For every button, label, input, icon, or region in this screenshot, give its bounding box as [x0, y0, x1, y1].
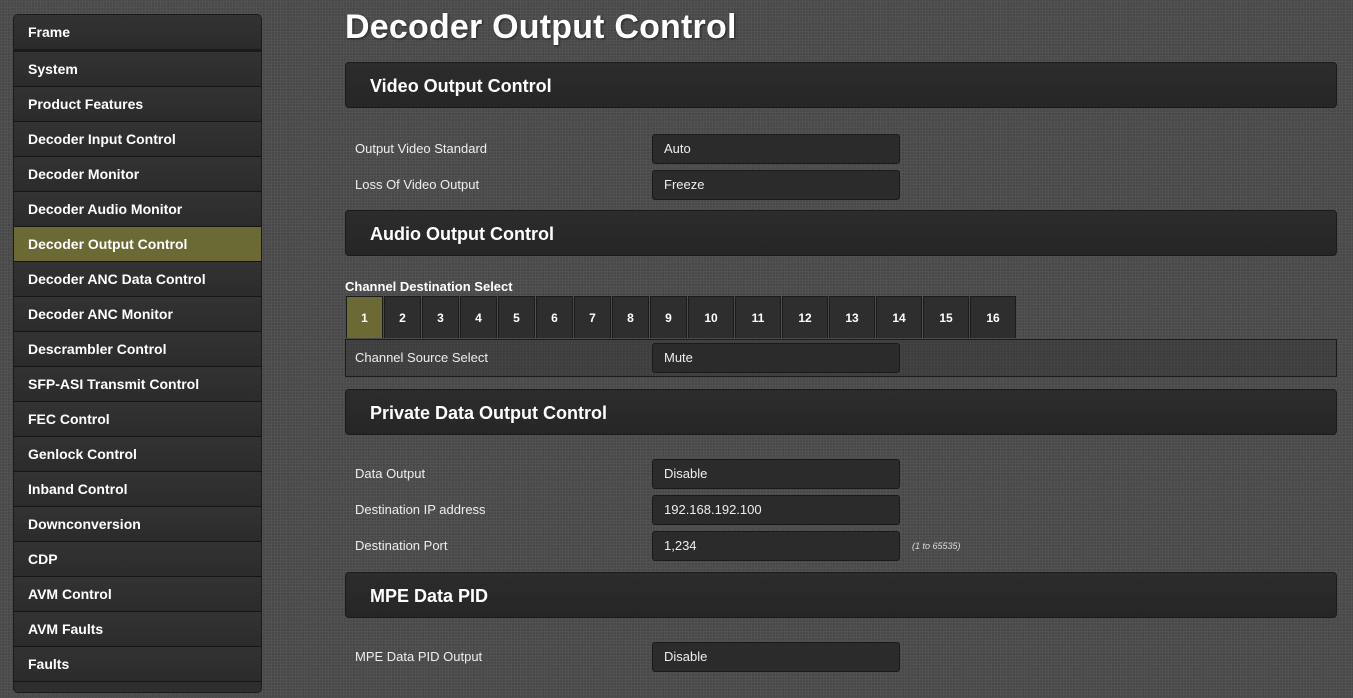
private-data-section-header: Private Data Output Control: [345, 389, 1337, 435]
sidebar-item-sfp-asi-transmit-control[interactable]: SFP-ASI Transmit Control: [14, 367, 261, 402]
sidebar-item-descrambler-control[interactable]: Descrambler Control: [14, 332, 261, 367]
channel-tab-15[interactable]: 15: [923, 296, 969, 338]
sidebar-item-cdp[interactable]: CDP: [14, 542, 261, 577]
sidebar-item-decoder-anc-data-control[interactable]: Decoder ANC Data Control: [14, 262, 261, 297]
channel-tab-11[interactable]: 11: [735, 296, 781, 338]
channel-tab-3[interactable]: 3: [422, 296, 459, 338]
channel-tab-7[interactable]: 7: [574, 296, 611, 338]
channel-tab-10[interactable]: 10: [688, 296, 734, 338]
sidebar-item-frame[interactable]: Frame: [14, 15, 261, 52]
sidebar-item-decoder-output-control[interactable]: Decoder Output Control: [14, 227, 261, 262]
data-output-label: Data Output: [355, 466, 426, 481]
channel-tab-13[interactable]: 13: [829, 296, 875, 338]
sidebar-item-system[interactable]: System: [14, 52, 261, 87]
output-video-standard-select[interactable]: Auto: [652, 134, 900, 164]
sidebar-item-inband-control[interactable]: Inband Control: [14, 472, 261, 507]
sidebar-item-genlock-control[interactable]: Genlock Control: [14, 437, 261, 472]
channel-tab-8[interactable]: 8: [612, 296, 649, 338]
sidebar-item-decoder-anc-monitor[interactable]: Decoder ANC Monitor: [14, 297, 261, 332]
sidebar-item-avm-control[interactable]: AVM Control: [14, 577, 261, 612]
channel-source-select-label: Channel Source Select: [355, 350, 488, 365]
sidebar-item-fec-control[interactable]: FEC Control: [14, 402, 261, 437]
sidebar-item-faults[interactable]: Faults: [14, 647, 261, 682]
channel-tabs: 1 2 3 4 5 6 7 8 9 10 11 12 13 14 15 16: [346, 296, 1017, 340]
channel-tab-14[interactable]: 14: [876, 296, 922, 338]
mpe-data-pid-output-label: MPE Data PID Output: [355, 649, 483, 664]
destination-port-input[interactable]: 1,234: [652, 531, 900, 561]
sidebar-item-decoder-input-control[interactable]: Decoder Input Control: [14, 122, 261, 157]
output-video-standard-label: Output Video Standard: [355, 141, 488, 156]
channel-source-select[interactable]: Mute: [652, 343, 900, 373]
main-content: Decoder Output Control Video Output Cont…: [345, 0, 1338, 698]
sidebar-nav: Frame System Product Features Decoder In…: [13, 14, 262, 693]
channel-tab-2[interactable]: 2: [384, 296, 421, 338]
loss-of-video-output-label: Loss Of Video Output: [355, 177, 480, 192]
sidebar-item-product-features[interactable]: Product Features: [14, 87, 261, 122]
channel-tab-4[interactable]: 4: [460, 296, 497, 338]
sidebar-item-avm-faults[interactable]: AVM Faults: [14, 612, 261, 647]
sidebar-item-decoder-monitor[interactable]: Decoder Monitor: [14, 157, 261, 192]
destination-port-hint: (1 to 65535): [912, 541, 961, 551]
channel-tab-5[interactable]: 5: [498, 296, 535, 338]
data-output-select[interactable]: Disable: [652, 459, 900, 489]
channel-tab-6[interactable]: 6: [536, 296, 573, 338]
channel-tab-16[interactable]: 16: [970, 296, 1016, 338]
video-output-section-header: Video Output Control: [345, 62, 1337, 108]
sidebar-item-downconversion[interactable]: Downconversion: [14, 507, 261, 542]
mpe-section-header: MPE Data PID: [345, 572, 1337, 618]
audio-output-section-header: Audio Output Control: [345, 210, 1337, 256]
channel-tab-9[interactable]: 9: [650, 296, 687, 338]
channel-tab-12[interactable]: 12: [782, 296, 828, 338]
mpe-data-pid-output-select[interactable]: Disable: [652, 642, 900, 672]
channel-destination-title: Channel Destination Select: [345, 279, 513, 294]
channel-tab-1[interactable]: 1: [346, 296, 383, 338]
sidebar-item-decoder-audio-monitor[interactable]: Decoder Audio Monitor: [14, 192, 261, 227]
loss-of-video-output-select[interactable]: Freeze: [652, 170, 900, 200]
destination-ip-input[interactable]: 192.168.192.100: [652, 495, 900, 525]
destination-ip-label: Destination IP address: [355, 502, 486, 517]
page-title: Decoder Output Control: [345, 8, 737, 46]
destination-port-label: Destination Port: [355, 538, 448, 553]
